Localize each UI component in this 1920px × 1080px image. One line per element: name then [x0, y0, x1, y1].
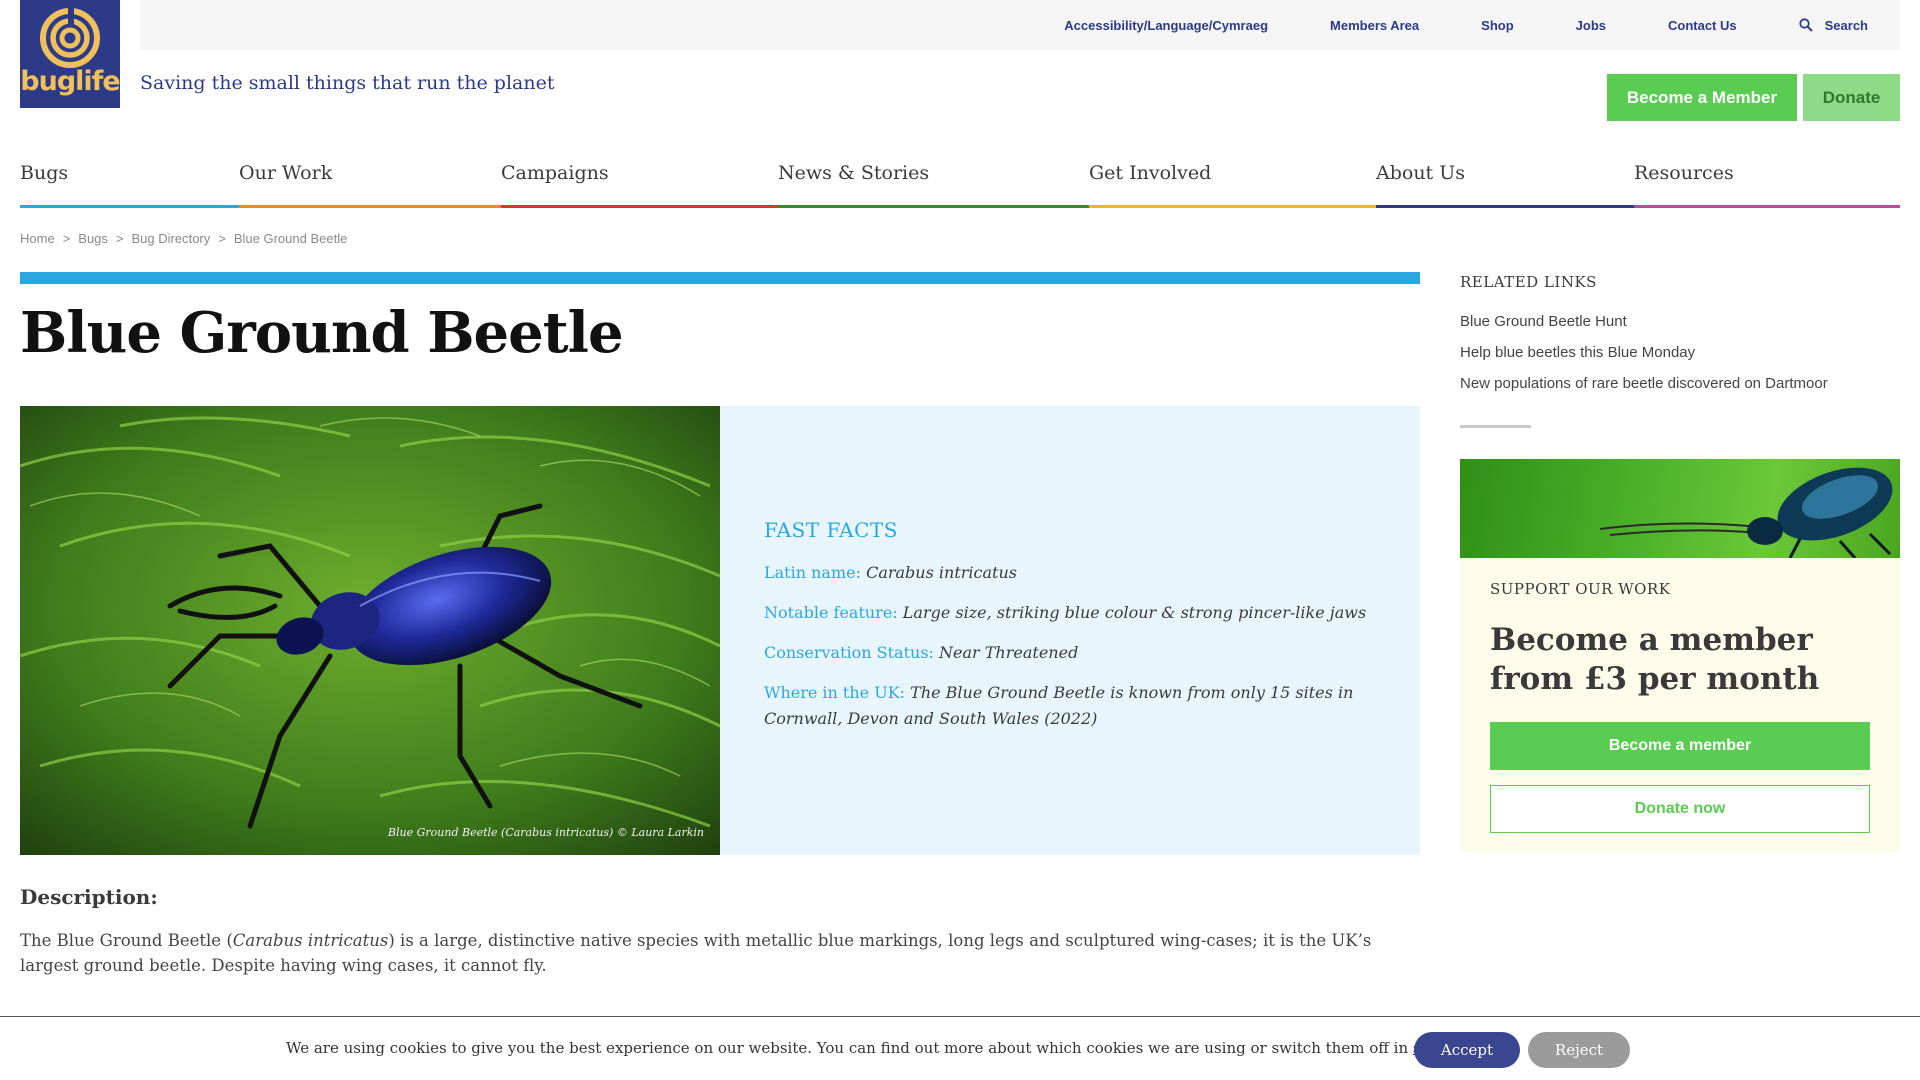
fact-key: Conservation Status: — [764, 643, 934, 662]
cookie-message: We are using cookies to give you the bes… — [286, 1039, 1478, 1057]
tagline: Saving the small things that run the pla… — [140, 72, 555, 94]
photo-caption: Blue Ground Beetle (Carabus intricatus) … — [387, 826, 704, 839]
description-heading: Description: — [20, 885, 158, 909]
breadcrumb-bug-directory[interactable]: Bug Directory — [132, 231, 211, 246]
support-card: SUPPORT OUR WORK Become a member from £3… — [1460, 459, 1900, 852]
nav-item-bugs[interactable]: Bugs — [20, 158, 239, 208]
fact-key: Where in the UK: — [764, 683, 906, 702]
title-accent-bar — [20, 272, 1420, 284]
description-text: The Blue Ground Beetle ( — [20, 931, 233, 950]
description-latin: Carabus intricatus — [232, 931, 389, 950]
fact-value: Carabus intricatus — [866, 563, 1017, 582]
fast-facts-panel: FAST FACTS Latin name: Carabus intricatu… — [720, 406, 1420, 855]
nav-item-get-involved[interactable]: Get Involved — [1089, 158, 1376, 208]
related-link[interactable]: Blue Ground Beetle Hunt — [1460, 312, 1828, 331]
top-link-jobs[interactable]: Jobs — [1576, 18, 1606, 33]
breadcrumb-home[interactable]: Home — [20, 231, 55, 246]
main-navigation: Bugs Our Work Campaigns News & Stories G… — [20, 158, 1900, 208]
fact-value: Large size, striking blue colour & stron… — [902, 603, 1367, 622]
top-link-members-area[interactable]: Members Area — [1330, 18, 1419, 33]
related-link[interactable]: New populations of rare beetle discovere… — [1460, 374, 1828, 393]
cookie-reject-button[interactable]: Reject — [1528, 1032, 1630, 1068]
beetle-photo-illustration — [20, 406, 720, 855]
top-link-shop[interactable]: Shop — [1481, 18, 1514, 33]
cookie-accept-button[interactable]: Accept — [1414, 1032, 1520, 1068]
become-a-member-button[interactable]: Become a member — [1490, 722, 1870, 770]
breadcrumb-separator: > — [218, 231, 226, 246]
related-links-title: RELATED LINKS — [1460, 273, 1597, 291]
fact-key: Latin name: — [764, 563, 861, 582]
related-link[interactable]: Help blue beetles this Blue Monday — [1460, 343, 1828, 362]
logo-text: buglife — [20, 66, 120, 97]
search-link[interactable]: Search — [1799, 18, 1868, 33]
nav-item-resources[interactable]: Resources — [1634, 158, 1900, 208]
fact-notable-feature: Notable feature: Large size, striking bl… — [764, 600, 1376, 626]
support-label: SUPPORT OUR WORK — [1490, 580, 1671, 598]
top-utility-bar: Accessibility/Language/Cymraeg Members A… — [140, 0, 1900, 50]
search-icon — [1799, 18, 1813, 32]
beetle-photo: Blue Ground Beetle (Carabus intricatus) … — [20, 406, 720, 855]
donate-button[interactable]: Donate — [1803, 74, 1900, 121]
fact-key: Notable feature: — [764, 603, 898, 622]
fast-facts-heading: FAST FACTS — [764, 518, 898, 542]
search-label: Search — [1824, 17, 1868, 33]
support-heading: Become a member from £3 per month — [1490, 622, 1820, 697]
cookie-banner: We are using cookies to give you the bes… — [0, 1016, 1920, 1080]
spiral-logo-icon — [40, 6, 100, 68]
breadcrumb-bugs[interactable]: Bugs — [78, 231, 108, 246]
top-link-accessibility[interactable]: Accessibility/Language/Cymraeg — [1064, 18, 1268, 33]
fact-value: Near Threatened — [939, 643, 1079, 662]
description-paragraph: The Blue Ground Beetle (Carabus intricat… — [20, 928, 1400, 978]
nav-item-our-work[interactable]: Our Work — [239, 158, 501, 208]
breadcrumb: Home > Bugs > Bug Directory > Blue Groun… — [20, 231, 347, 246]
nav-item-news-stories[interactable]: News & Stories — [778, 158, 1089, 208]
nav-item-campaigns[interactable]: Campaigns — [501, 158, 778, 208]
donate-now-button[interactable]: Donate now — [1490, 785, 1870, 833]
page-title: Blue Ground Beetle — [20, 300, 624, 366]
top-link-contact-us[interactable]: Contact Us — [1668, 18, 1737, 33]
support-beetle-image — [1460, 459, 1900, 558]
breadcrumb-current: Blue Ground Beetle — [233, 231, 348, 246]
buglife-logo[interactable]: buglife — [20, 0, 121, 108]
breadcrumb-separator: > — [62, 231, 71, 246]
become-member-button[interactable]: Become a Member — [1607, 74, 1797, 121]
divider — [1460, 425, 1531, 428]
related-links-list: Blue Ground Beetle Hunt Help blue beetle… — [1460, 312, 1828, 405]
nav-item-about-us[interactable]: About Us — [1376, 158, 1634, 208]
cookie-text: We are using cookies to give you the bes… — [286, 1039, 1413, 1057]
fact-where-in-uk: Where in the UK: The Blue Ground Beetle … — [764, 680, 1376, 732]
fact-conservation-status: Conservation Status: Near Threatened — [764, 640, 1376, 666]
breadcrumb-separator: > — [115, 231, 124, 246]
fact-latin-name: Latin name: Carabus intricatus — [764, 560, 1376, 586]
